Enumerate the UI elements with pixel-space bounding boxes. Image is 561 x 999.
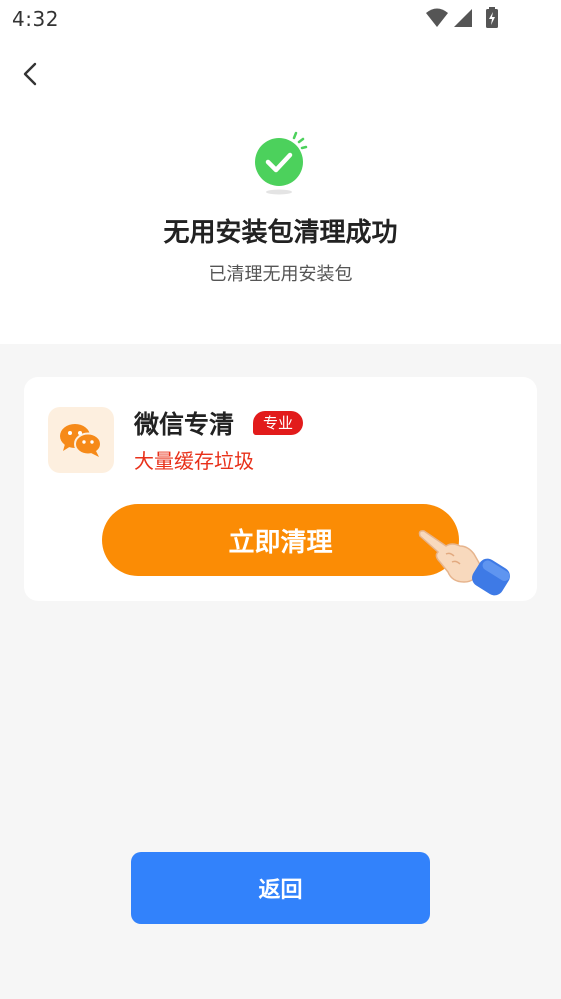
pro-badge: 专业 [253,411,304,435]
return-button[interactable]: 返回 [131,852,430,924]
page-title: 无用安装包清理成功 [163,218,398,248]
success-check-icon [255,131,308,195]
status-bar: 4:32 [0,0,561,38]
promo-card: 微信专清 专业 大量缓存垃圾 立即清理 [24,377,537,601]
result-panel: 4:32 无用安装包清理成功 已清理无用安装包 [0,0,561,344]
clean-now-button[interactable]: 立即清理 [102,504,459,576]
app-name: 微信专清 [134,410,235,439]
page-subtitle: 已清理无用安装包 [208,264,353,285]
status-time: 4:32 [12,7,59,31]
signal-icon [454,9,472,27]
chevron-left-icon [23,62,37,86]
wifi-icon [426,8,448,27]
battery-charging-icon [486,7,498,28]
wechat-icon [48,407,114,473]
pointing-hand-icon [418,530,510,596]
app-description: 大量缓存垃圾 [134,449,254,473]
back-button[interactable] [14,58,46,90]
